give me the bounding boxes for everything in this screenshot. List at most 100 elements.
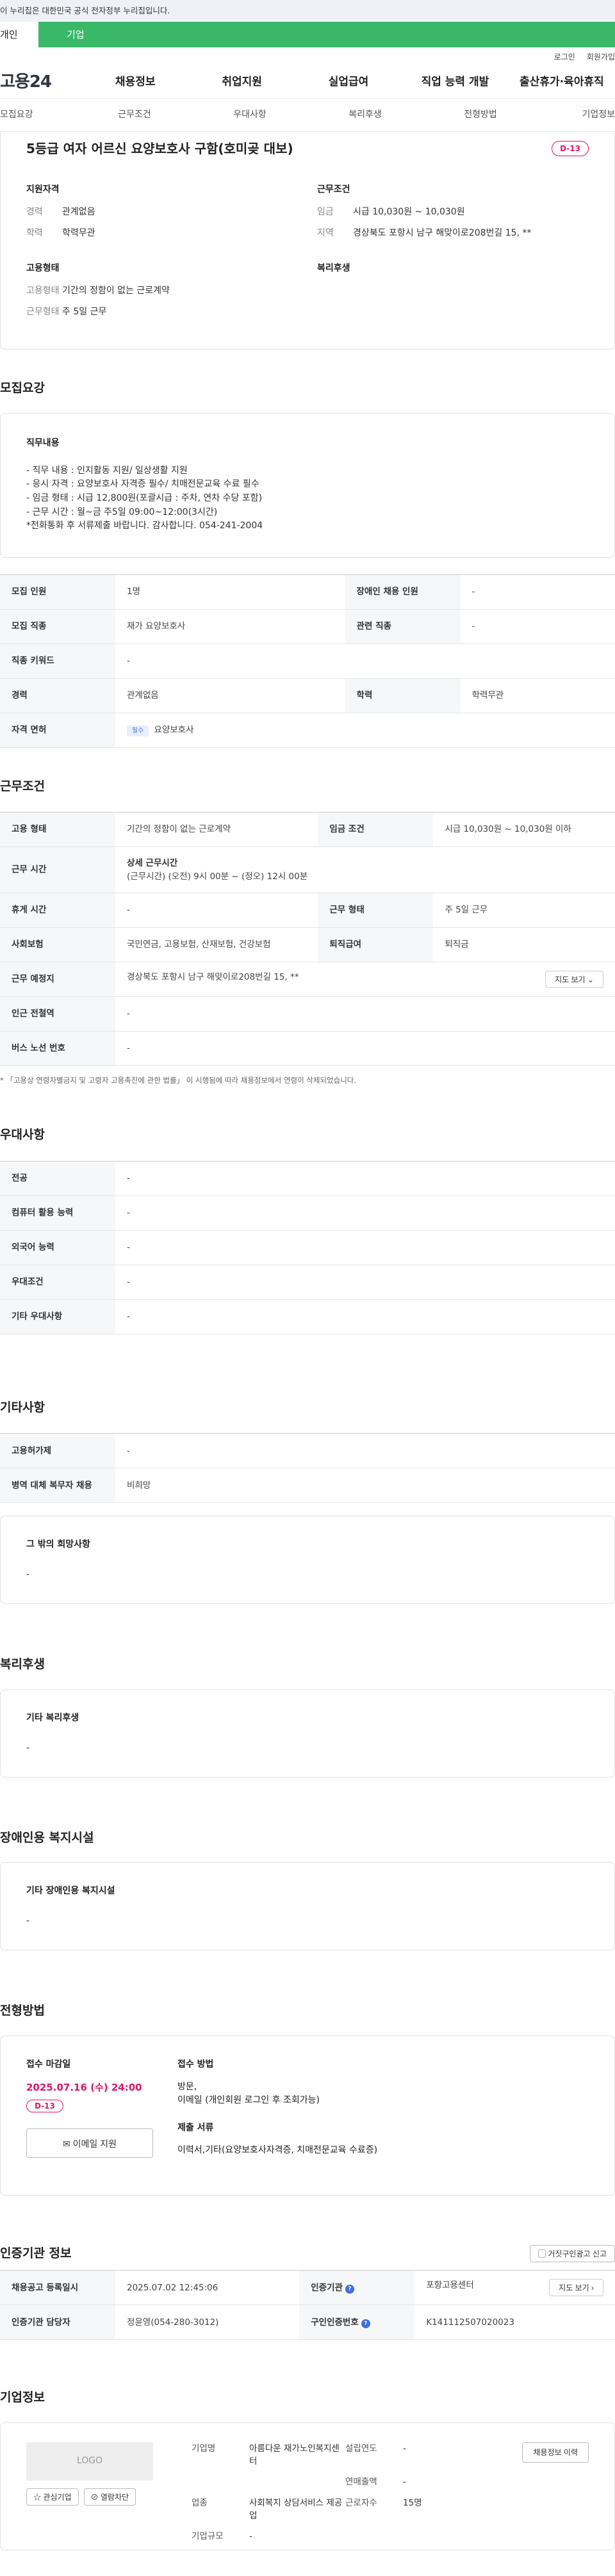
welfare-card: 기타 복리후생 - [0, 1689, 615, 1778]
info-icon[interactable]: ? [361, 2319, 370, 2328]
table-cell: 상세 근무시간 (근무시간) (오전) 9시 00분 ~ (정오) 12시 00분 [115, 847, 615, 893]
company-logo: LOGO [26, 2442, 153, 2481]
table-header: 관련 직종 [345, 609, 461, 644]
section-selection-title: 전형방법 [0, 2004, 45, 2018]
desc-line: - 직무 내용 : 인지활동 지원/ 일상생활 지원 [26, 465, 188, 476]
preference-table: 전공 - 컴퓨터 활용 능력 - 외국어 능력 - 우대조건 - 기타 우대사항 - [0, 1160, 615, 1334]
table-cell: - [115, 644, 615, 679]
section-work: 근무조건 고용 형태 기간의 정함이 없는 근로계약 임금 조건 시급 10,0… [0, 777, 615, 1087]
anchor-recruit[interactable]: 모집요강 [0, 108, 77, 122]
desc-line: *전화통화 후 서류제출 바랍니다. 감사합니다. 054-241-2004 [26, 521, 263, 531]
work-table: 고용 형태 기간의 정함이 없는 근로계약 임금 조건 시급 10,030원 ~… [0, 812, 615, 1066]
block-view-label: 열람차단 [100, 2492, 129, 2502]
info-value: - [249, 2531, 252, 2541]
anchor-welfare[interactable]: 복리후생 [308, 108, 423, 122]
gnb-item-parental-leave[interactable]: 출산휴가·육아휴직 [509, 74, 615, 91]
agency-map-button[interactable]: 지도 보기 › [549, 2279, 603, 2297]
gnb-item-jobs[interactable]: 채용정보 [82, 74, 188, 91]
info-icon[interactable]: ? [345, 2284, 354, 2294]
block-icon: ⊘ [90, 2492, 99, 2502]
summary-welfare: 복리후생 [317, 262, 589, 327]
table-cell: - [460, 609, 615, 644]
table-header: 전공 [0, 1161, 115, 1196]
gnb-item-unemployment-benefit[interactable]: 실업급여 [295, 74, 402, 91]
kv-value: 관계없음 [62, 207, 95, 217]
section-work-title: 근무조건 [0, 779, 45, 793]
dday-badge: D-13 [552, 141, 589, 156]
summary-conditions-heading: 근무조건 [317, 184, 350, 195]
info-value: 15명 [403, 2497, 422, 2508]
table-cell: - [460, 574, 615, 610]
table-row: 경력 관계없음 학력 학력무관 [0, 678, 615, 713]
table-cell: 포항고용센터 지도 보기 › [414, 2270, 615, 2306]
anchor-selection[interactable]: 전형방법 [423, 108, 538, 122]
chevron-down-icon: ⌄ [587, 975, 594, 984]
table-row: 전공 - [0, 1161, 615, 1196]
info-value: - [403, 2477, 406, 2488]
table-cell: - [115, 1031, 615, 1066]
map-view-button[interactable]: 지도 보기 ⌄ [545, 971, 603, 988]
table-row: 인증기관 담당자 정윤영(054-280-3012) 구인인증번호? K1411… [0, 2305, 615, 2340]
mail-icon: ✉ [63, 2139, 70, 2150]
section-company-title: 기업정보 [0, 2390, 45, 2405]
gnb-item-vocational-training[interactable]: 직업 능력 개발 [402, 74, 508, 91]
table-row: 모집 인원 1명 장애인 채용 인원 - [0, 574, 615, 610]
anchor-work[interactable]: 근무조건 [77, 108, 192, 122]
section-etc: 기타사항 고용허가제 - 병역 대체 복무자 채용 비희망 그 밖의 희망사항 - [0, 1398, 615, 1605]
table-cell: - [115, 1265, 615, 1300]
table-header: 임금 조건 [318, 812, 434, 847]
login-link[interactable]: 로그인 [554, 51, 575, 63]
email-apply-button[interactable]: ✉ 이메일 지원 [26, 2128, 153, 2159]
tab-personal[interactable]: 개인 [0, 22, 38, 47]
company-info: 기업명 아름다운 재가노인복지센터 설립연도 - 연매출액 - 업종 사회복지 … [192, 2442, 480, 2541]
anchor-preference[interactable]: 우대사항 [192, 108, 308, 122]
agency-table: 채용공고 등록일시 2025.07.02 12:45:06 인증기관? 포항고용… [0, 2270, 615, 2340]
dday-badge: D-13 [26, 2100, 63, 2113]
report-fake-ad-button[interactable]: ▢ 거짓구인광고 신고 [529, 2244, 615, 2262]
user-type-tabs: 개인 기업 [0, 22, 615, 47]
table-row: 고용 형태 기간의 정함이 없는 근로계약 임금 조건 시급 10,030원 ~… [0, 812, 615, 847]
agency-map-label: 지도 보기 [559, 2283, 589, 2293]
star-icon: ☆ [33, 2492, 42, 2502]
required-badge: 필수 [127, 725, 149, 736]
table-header: 모집 인원 [0, 574, 115, 610]
summary-employment: 고용형태 고용형태 기간의 정함이 없는 근로계약 근무형태 주 5일 근무 [26, 262, 298, 327]
section-anchor-nav: 모집요강 근무조건 우대사항 복리후생 전형방법 기업정보 [0, 99, 615, 132]
tab-corporate[interactable]: 기업 [38, 22, 192, 47]
table-cell: 관계없음 [115, 678, 345, 713]
summary-qualification-heading: 지원자격 [26, 184, 60, 195]
table-cell: - [115, 1433, 615, 1469]
method-title: 접수 방법 [177, 2059, 214, 2070]
signup-link[interactable]: 회원가입 [587, 51, 615, 63]
table-header: 근무 형태 [318, 893, 434, 928]
info-key [192, 2475, 249, 2488]
kv-value: 시급 10,030원 ~ 10,030원 [353, 207, 465, 217]
info-value [249, 2475, 345, 2488]
table-cell: K141112507020023 [414, 2305, 615, 2340]
favorite-company-button[interactable]: ☆ 관심기업 [26, 2488, 79, 2506]
desc-line: - 임금 형태 : 시급 12,800원(포괄시급 : 주차, 연차 수당 포함… [26, 492, 263, 503]
block-view-button[interactable]: ⊘ 열람차단 [83, 2488, 136, 2506]
gnb-item-employment-support[interactable]: 취업지원 [188, 74, 295, 91]
table-header: 장애인 채용 인원 [345, 574, 461, 610]
section-recruit: 모집요강 직무내용 - 직무 내용 : 인지활동 지원/ 일상생활 지원 - 응… [0, 379, 615, 748]
table-header: 외국어 능력 [0, 1230, 115, 1265]
work-place-value: 경상북도 포항시 남구 해맞이로208번길 15, ** [127, 972, 299, 982]
table-header: 인증기관? [299, 2270, 415, 2306]
job-history-button[interactable]: 채용정보 이력 [522, 2442, 589, 2463]
info-key: 연매출액 [345, 2477, 377, 2488]
kv-key: 경력 [26, 207, 43, 217]
job-title: 5등급 여자 어르신 요양보호사 구함(호미곶 대보) [26, 141, 293, 156]
anchor-company[interactable]: 기업정보 [538, 108, 615, 122]
utility-links: 로그인 회원가입 [0, 47, 615, 67]
table-row: 채용공고 등록일시 2025.07.02 12:45:06 인증기관? 포항고용… [0, 2270, 615, 2306]
section-welfare: 복리후생 기타 복리후생 - [0, 1655, 615, 1778]
tab-corporate-label: 기업 [67, 29, 85, 40]
section-facility: 장애인용 복지시설 기타 장애인용 복지시설 - [0, 1829, 615, 1951]
table-cell: 정윤영(054-280-3012) [115, 2305, 300, 2340]
table-cell: - [115, 1230, 615, 1265]
site-logo[interactable]: 고용24 [0, 70, 82, 95]
table-header: 학력 [345, 678, 461, 713]
kv-value: 경상북도 포항시 남구 해맞이로208번길 15, ** [353, 228, 532, 238]
kv-key: 임금 [317, 207, 334, 217]
